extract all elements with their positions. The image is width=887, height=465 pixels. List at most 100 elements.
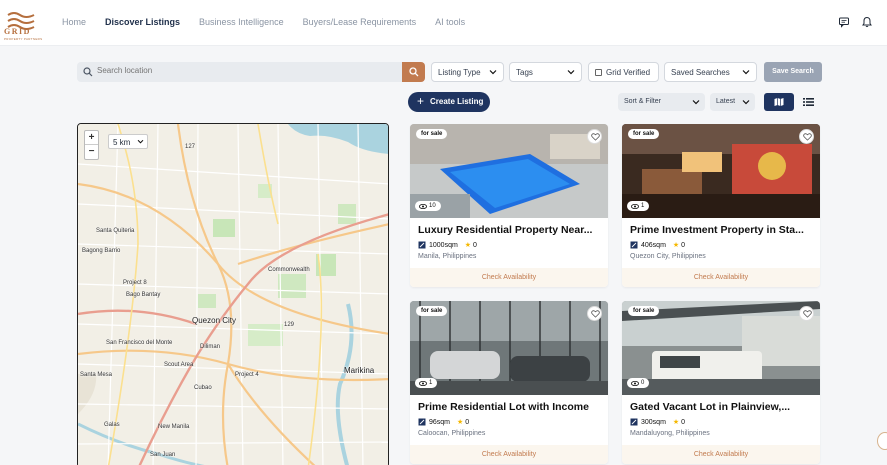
sort-filter-dropdown[interactable]: Sort & Filter xyxy=(618,93,705,111)
listing-title[interactable]: Gated Vacant Lot in Plainview,... xyxy=(630,401,814,413)
saved-searches-dropdown[interactable]: Saved Searches xyxy=(664,62,757,82)
listing-title[interactable]: Prime Investment Property in Sta... xyxy=(630,224,814,236)
map-label-cubao: Cubao xyxy=(194,385,212,391)
sale-badge: for sale xyxy=(628,306,660,316)
map-label-bago-bantay: Bago Bantay xyxy=(126,292,161,298)
search-icon xyxy=(409,67,419,77)
assistant-launcher-icon[interactable] xyxy=(877,432,887,450)
map-label-new-manila: New Manila xyxy=(158,424,190,430)
check-availability-button[interactable]: Check Availability xyxy=(410,268,608,287)
listing-area: 1000sqm xyxy=(429,242,458,249)
nav-buyers-lease-requirements[interactable]: Buyers/Lease Requirements xyxy=(303,17,417,27)
area-icon xyxy=(630,241,638,249)
map-label-bagong-barrio: Bagong Barrio xyxy=(82,248,121,254)
map-label-quezon-city: Quezon City xyxy=(192,316,237,325)
search-button[interactable] xyxy=(402,62,425,82)
create-listing-button[interactable]: + Create Listing xyxy=(408,92,490,112)
logo-wordmark: GRID xyxy=(4,27,31,36)
view-count: 1 xyxy=(627,201,650,211)
chevron-down-icon xyxy=(692,100,700,105)
listing-location: Mandaluyong, Philippines xyxy=(630,430,710,437)
map-label-scout-area: Scout Area xyxy=(164,362,194,368)
message-icon[interactable] xyxy=(838,16,850,28)
heart-icon xyxy=(802,310,812,318)
listing-location: Manila, Philippines xyxy=(418,253,477,260)
listing-area: 96sqm xyxy=(429,419,451,426)
chevron-down-icon xyxy=(742,70,750,75)
eye-icon xyxy=(631,380,639,386)
listing-card[interactable]: for sale 0 Gated Vacant Lot in Plainview… xyxy=(622,301,820,464)
listing-rating: 0 xyxy=(472,242,477,249)
star-icon: ★ xyxy=(672,419,680,426)
nav-home[interactable]: Home xyxy=(62,17,86,27)
listing-meta: 406sqm ★ 0 xyxy=(630,241,685,249)
list-view-toggle[interactable] xyxy=(796,93,822,111)
plus-icon: + xyxy=(417,94,425,108)
nav-business-intelligence[interactable]: Business Intelligence xyxy=(199,17,284,27)
map-view-toggle[interactable] xyxy=(764,93,794,111)
location-search xyxy=(77,62,402,82)
listing-title[interactable]: Luxury Residential Property Near... xyxy=(418,224,602,236)
map-zoom-control: + − xyxy=(84,130,99,160)
zoom-in-button[interactable]: + xyxy=(85,131,98,145)
view-count-value: 1 xyxy=(429,380,433,386)
grid-verified-checkbox[interactable] xyxy=(595,69,602,76)
check-availability-button[interactable]: Check Availability xyxy=(622,445,820,464)
favorite-button[interactable] xyxy=(799,129,814,144)
view-count: 0 xyxy=(627,378,650,388)
latest-dropdown[interactable]: Latest xyxy=(710,93,755,111)
latest-label: Latest xyxy=(716,98,736,105)
listing-area: 300sqm xyxy=(641,419,666,426)
chevron-down-icon xyxy=(567,70,575,75)
listing-rating: 0 xyxy=(465,419,470,426)
tags-label: Tags xyxy=(516,68,533,77)
listing-meta: 96sqm ★ 0 xyxy=(418,418,469,426)
map-label-road-129: 129 xyxy=(284,322,295,328)
listing-meta: 300sqm ★ 0 xyxy=(630,418,685,426)
listing-card[interactable]: for sale 10 Luxury Residential Property … xyxy=(410,124,608,287)
heart-icon xyxy=(802,133,812,141)
nav-ai-tools[interactable]: AI tools xyxy=(435,17,465,27)
map-panel[interactable]: + − 5 km 127 Santa Quiteria Bagong Barri… xyxy=(77,123,389,465)
favorite-button[interactable] xyxy=(799,306,814,321)
area-icon xyxy=(630,418,638,426)
radius-label: 5 km xyxy=(113,138,131,147)
star-icon: ★ xyxy=(456,419,464,426)
view-count: 10 xyxy=(415,201,441,211)
favorite-button[interactable] xyxy=(587,129,602,144)
radius-select[interactable]: 5 km xyxy=(108,134,148,149)
listing-title[interactable]: Prime Residential Lot with Income xyxy=(418,401,602,413)
view-count-value: 1 xyxy=(641,203,645,209)
grid-verified-label: Grid Verified xyxy=(606,68,651,77)
map-label-diliman: Diliman xyxy=(200,344,221,350)
sale-badge: for sale xyxy=(628,129,660,139)
nav-discover-listings[interactable]: Discover Listings xyxy=(105,17,180,27)
check-availability-button[interactable]: Check Availability xyxy=(622,268,820,287)
heart-icon xyxy=(590,133,600,141)
check-availability-button[interactable]: Check Availability xyxy=(410,445,608,464)
bell-icon[interactable] xyxy=(861,16,873,28)
map-label-road-127: 127 xyxy=(185,144,196,150)
listing-card[interactable]: for sale 1 Prime Residential Lot with In… xyxy=(410,301,608,464)
view-count-value: 0 xyxy=(641,380,645,386)
main-nav: Home Discover Listings Business Intellig… xyxy=(62,17,484,27)
search-icon xyxy=(83,67,93,77)
map-tiles[interactable] xyxy=(78,124,389,465)
tags-dropdown[interactable]: Tags xyxy=(509,62,582,82)
star-icon: ★ xyxy=(464,242,472,249)
zoom-out-button[interactable]: − xyxy=(85,145,98,159)
chevron-down-icon xyxy=(489,70,497,75)
chevron-down-icon xyxy=(137,139,144,144)
area-icon xyxy=(418,418,426,426)
favorite-button[interactable] xyxy=(587,306,602,321)
sale-badge: for sale xyxy=(416,306,448,316)
search-input[interactable] xyxy=(97,66,387,75)
star-icon: ★ xyxy=(672,242,680,249)
area-icon xyxy=(418,241,426,249)
listing-type-dropdown[interactable]: Listing Type xyxy=(431,62,504,82)
top-header: GRID PROPERTY PARTNERS Home Discover Lis… xyxy=(0,0,887,46)
listing-card[interactable]: for sale 1 Prime Investment Property in … xyxy=(622,124,820,287)
map-icon xyxy=(774,98,784,106)
save-search-button[interactable]: Save Search xyxy=(764,62,822,82)
grid-verified-filter[interactable]: Grid Verified xyxy=(588,62,659,82)
